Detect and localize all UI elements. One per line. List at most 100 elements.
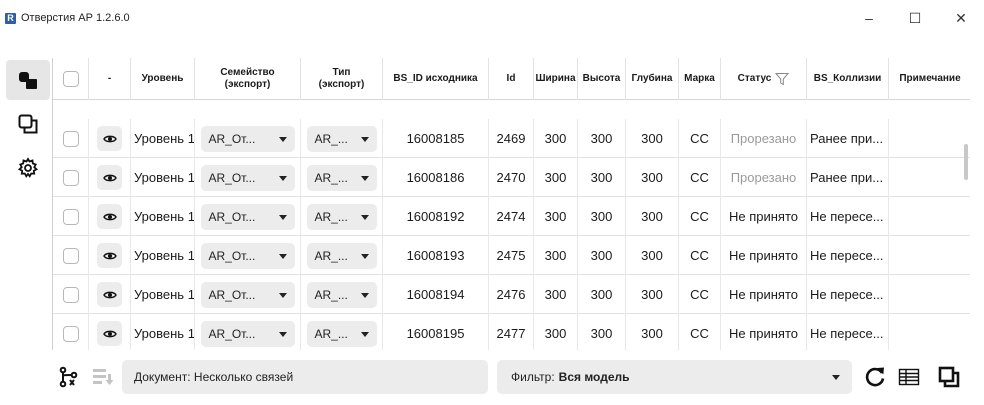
cell-note[interactable] (889, 314, 970, 350)
show-element-button[interactable] (97, 282, 122, 307)
header-level[interactable]: Уровень (131, 58, 195, 100)
cell-collisions: Не пересе... (807, 236, 889, 275)
header-family[interactable]: Семейство (экспорт) (195, 58, 301, 100)
type-value: AR_... (314, 287, 348, 302)
refresh-button[interactable] (860, 362, 890, 392)
close-button[interactable]: ✕ (938, 0, 984, 36)
chevron-down-icon (278, 175, 287, 181)
show-element-button[interactable] (97, 321, 122, 346)
cell-depth: 300 (626, 197, 679, 236)
type-dropdown[interactable]: AR_... (306, 281, 377, 308)
cell-id: 2477 (489, 314, 534, 350)
row-checkbox[interactable] (62, 169, 79, 186)
family-dropdown[interactable]: AR_От... (200, 164, 295, 191)
header-width[interactable]: Ширина (534, 58, 578, 100)
openings-table: - Уровень Семейство (экспорт) Тип (экспо… (52, 58, 970, 350)
document-field: Документ: Несколько связей (122, 360, 488, 394)
hierarchy-button[interactable] (54, 362, 84, 392)
minimize-button[interactable]: – (846, 0, 892, 36)
eye-icon (102, 252, 117, 259)
cell-mark: СС (679, 314, 721, 350)
header-bs-id[interactable]: BS_ID исходника (383, 58, 489, 100)
show-element-button[interactable] (97, 204, 122, 229)
cell-view (89, 119, 131, 158)
export-list-button[interactable] (88, 362, 118, 392)
table-row[interactable]: Уровень 1 AR_От... AR_... 16008185 2469 300 30… (53, 119, 970, 158)
header-view[interactable]: - (89, 58, 131, 100)
header-depth[interactable]: Глубина (626, 58, 679, 100)
table-row[interactable]: Уровень 1 AR_От... AR_... 16008194 2476 300 30… (53, 275, 970, 314)
cell-view (89, 314, 131, 350)
cell-select (53, 314, 89, 350)
cell-bs-id: 16008185 (383, 119, 489, 158)
chevron-down-icon (278, 214, 287, 220)
filter-dropdown[interactable]: Фильтр: Вся модель (497, 360, 852, 394)
row-checkbox[interactable] (62, 208, 79, 225)
cell-note[interactable] (889, 119, 970, 158)
type-dropdown[interactable]: AR_... (306, 164, 377, 191)
cell-width: 300 (534, 236, 578, 275)
header-mark[interactable]: Марка (679, 58, 721, 100)
table-header: - Уровень Семейство (экспорт) Тип (экспо… (53, 58, 970, 100)
type-dropdown[interactable]: AR_... (306, 125, 377, 152)
header-status[interactable]: Статус (721, 58, 807, 100)
cell-width: 300 (534, 314, 578, 350)
sidebar-item-settings[interactable] (6, 148, 50, 188)
filter-icon[interactable] (775, 72, 790, 86)
cell-height: 300 (578, 236, 626, 275)
show-element-button[interactable] (97, 165, 122, 190)
cell-collisions: Не пересе... (807, 197, 889, 236)
type-dropdown[interactable]: AR_... (306, 320, 377, 347)
family-dropdown[interactable]: AR_От... (200, 203, 295, 230)
cell-family: AR_От... (195, 197, 301, 236)
cell-depth: 300 (626, 314, 679, 350)
header-collisions[interactable]: BS_Коллизии (807, 58, 889, 100)
cell-collisions: Ранее при... (807, 119, 889, 158)
row-checkbox[interactable] (62, 247, 79, 264)
row-checkbox[interactable] (62, 286, 79, 303)
type-value: AR_... (314, 209, 348, 224)
header-select[interactable] (53, 58, 89, 100)
select-all-checkbox[interactable] (62, 71, 79, 87)
cell-status: Не принято (721, 197, 807, 236)
cell-note[interactable] (889, 158, 970, 197)
family-dropdown[interactable]: AR_От... (200, 125, 295, 152)
table-row[interactable]: Уровень 1 AR_От... AR_... 16008193 2475 300 30… (53, 236, 970, 275)
type-dropdown[interactable]: AR_... (306, 242, 377, 269)
cell-note[interactable] (889, 236, 970, 275)
cell-width: 300 (534, 158, 578, 197)
family-dropdown[interactable]: AR_От... (200, 320, 295, 347)
cell-status: Не принято (721, 236, 807, 275)
header-height[interactable]: Высота (578, 58, 626, 100)
vertical-scrollbar[interactable] (964, 144, 968, 180)
cell-note[interactable] (889, 275, 970, 314)
eye-icon (102, 135, 117, 142)
app-logo-icon: R (5, 12, 16, 24)
table-row[interactable]: Уровень 1 AR_От... AR_... 16008192 2474 300 30… (53, 197, 970, 236)
cell-status: Прорезано (721, 119, 807, 158)
row-checkbox[interactable] (62, 325, 79, 342)
header-type[interactable]: Тип (экспорт) (301, 58, 383, 100)
family-dropdown[interactable]: AR_От... (200, 281, 295, 308)
cell-height: 300 (578, 158, 626, 197)
sidebar-item-copy[interactable] (6, 104, 50, 144)
sidebar-item-openings[interactable] (6, 60, 50, 100)
chevron-down-icon (278, 331, 287, 337)
table-row[interactable]: Уровень 1 AR_От... AR_... 16008186 2470 300 30… (53, 158, 970, 197)
family-dropdown[interactable]: AR_От... (200, 242, 295, 269)
family-value: AR_От... (208, 287, 256, 302)
row-checkbox[interactable] (62, 130, 79, 147)
table-view-button[interactable] (894, 362, 924, 392)
cell-mark: СС (679, 119, 721, 158)
cell-note[interactable] (889, 197, 970, 236)
header-id[interactable]: Id (489, 58, 534, 100)
header-note[interactable]: Примечание (889, 58, 970, 100)
table-row[interactable]: Уровень 1 AR_От... AR_... 16008195 2477 300 30… (53, 314, 970, 350)
show-element-button[interactable] (97, 243, 122, 268)
show-element-button[interactable] (97, 126, 122, 151)
type-dropdown[interactable]: AR_... (306, 203, 377, 230)
cell-bs-id: 16008195 (383, 314, 489, 350)
window-mode-button[interactable] (934, 362, 964, 392)
maximize-button[interactable]: ☐ (892, 0, 938, 36)
cell-status: Не принято (721, 275, 807, 314)
